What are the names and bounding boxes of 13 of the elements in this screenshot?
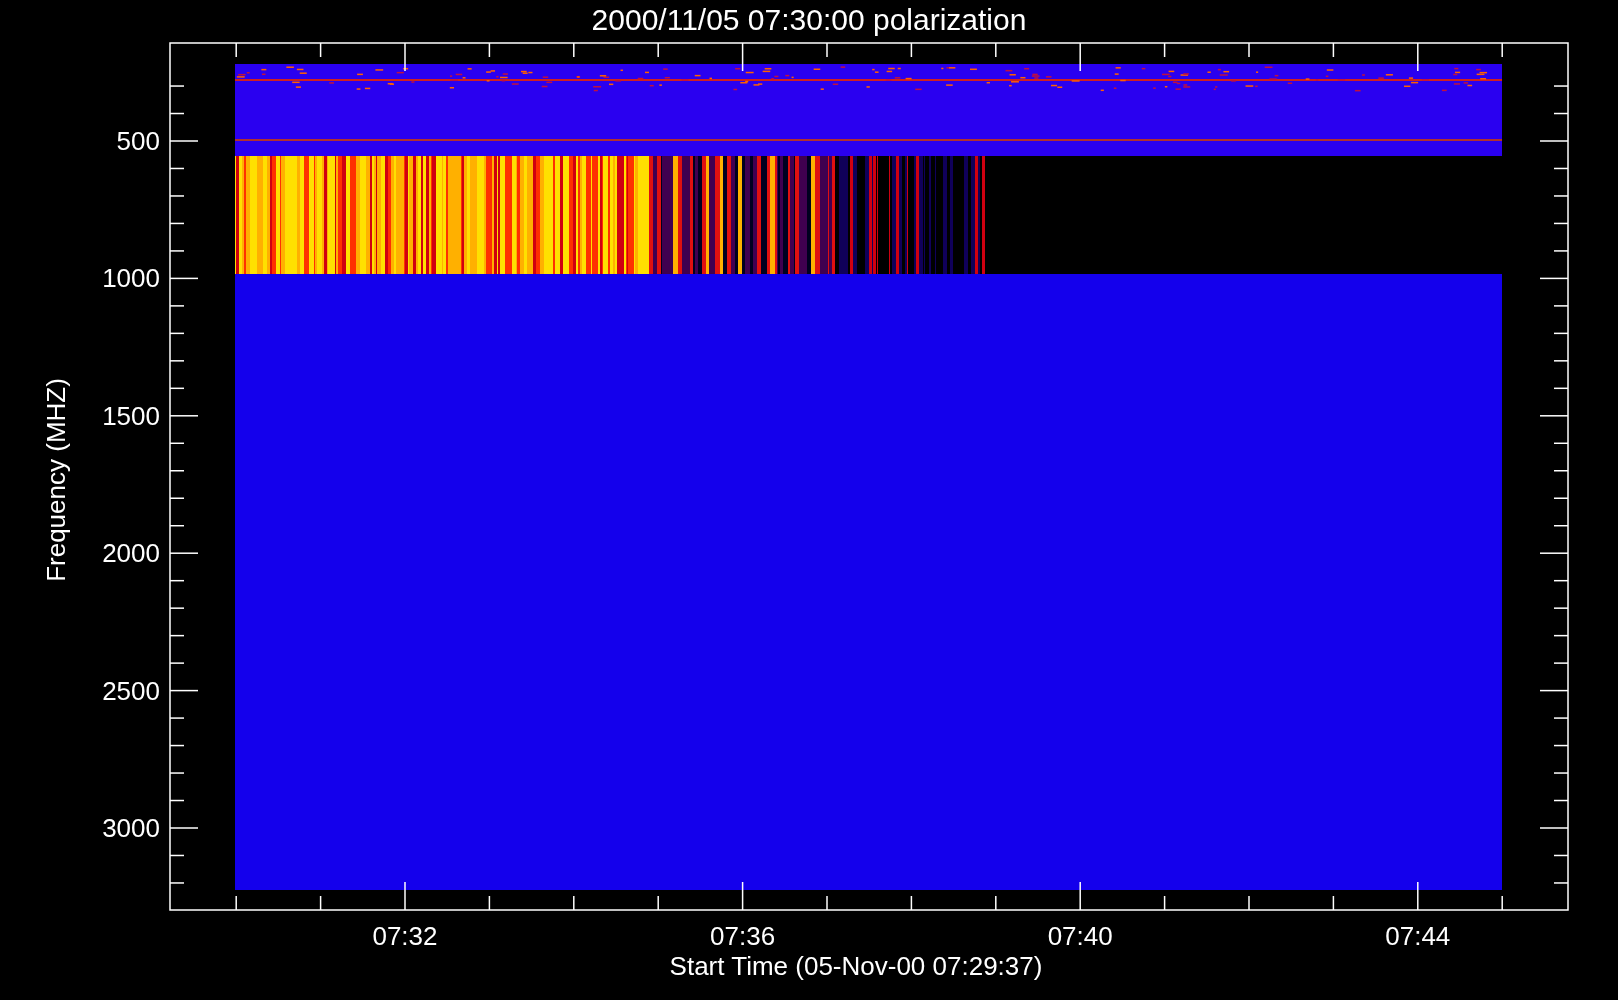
x-tick-label: 07:36 bbox=[710, 921, 776, 951]
y-tick-label: 2500 bbox=[102, 675, 160, 706]
plot-title: 2000/11/05 07:30:00 polarization bbox=[591, 3, 1027, 36]
y-tick-label: 1500 bbox=[102, 400, 160, 431]
x-tick-label: 07:40 bbox=[1047, 921, 1113, 951]
x-tick-label: 07:44 bbox=[1385, 921, 1451, 951]
y-tick-label: 3000 bbox=[102, 813, 160, 843]
y-axis-label: Frequency (MHZ) bbox=[41, 378, 71, 582]
y-tick-label: 500 bbox=[116, 126, 160, 156]
y-tick-label: 1000 bbox=[102, 263, 160, 294]
x-tick-label: 07:32 bbox=[372, 921, 438, 951]
y-tick-label: 2000 bbox=[102, 538, 160, 569]
x-axis-label: Start Time (05-Nov-00 07:29:37) bbox=[669, 951, 1043, 981]
